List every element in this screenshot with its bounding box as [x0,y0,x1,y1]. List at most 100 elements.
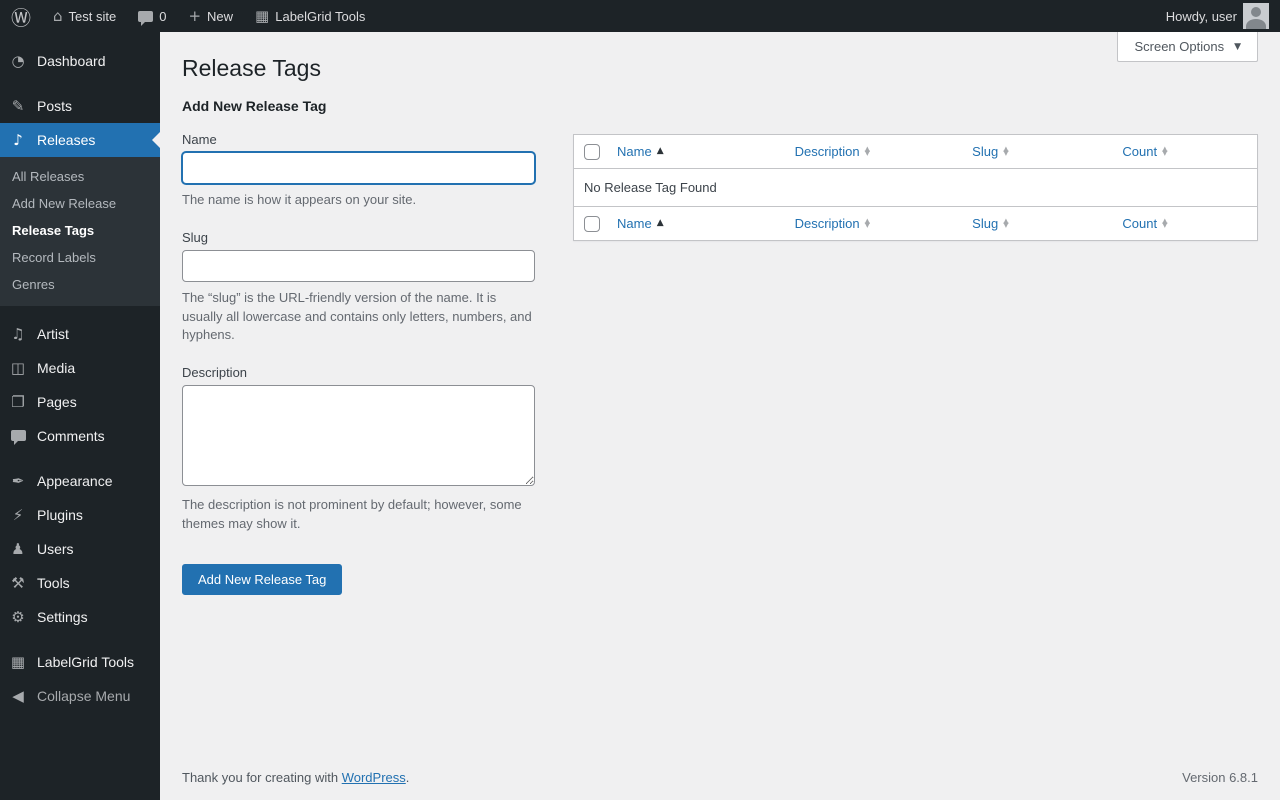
sort-both-icon: ▲▼ [1162,219,1167,229]
sidebar-item-label: Plugins [37,507,83,523]
sort-by-count[interactable]: Count ▲▼ [1122,216,1167,231]
grid-icon: ▦ [8,655,28,670]
menu-separator [0,306,160,317]
select-all-checkbox[interactable] [584,144,600,160]
submenu-item-release-tags[interactable]: Release Tags [0,217,160,244]
sidebar-item-appearance[interactable]: ✒ Appearance [0,464,160,498]
sort-by-description[interactable]: Description ▲▼ [795,216,870,231]
sort-both-icon: ▲▼ [1003,219,1008,229]
tools-icon: ⚒ [8,576,28,591]
footer-version: Version 6.8.1 [1182,770,1258,785]
new-label: New [207,9,233,24]
sidebar-item-settings[interactable]: ⚙ Settings [0,600,160,634]
footer-period: . [406,770,410,785]
menu-separator [0,453,160,464]
slug-label: Slug [182,230,535,245]
form-heading: Add New Release Tag [182,98,535,114]
sidebar-item-pages[interactable]: ❐ Pages [0,385,160,419]
sidebar-item-label: Media [37,360,75,376]
submenu-item-genres[interactable]: Genres [0,271,160,298]
add-new-release-tag-button[interactable]: Add New Release Tag [182,564,342,595]
submenu-item-add-new-release[interactable]: Add New Release [0,190,160,217]
sidebar-item-media[interactable]: ◫ Media [0,351,160,385]
comment-bubble-icon [138,11,153,22]
name-label: Name [182,132,535,147]
wordpress-link[interactable]: WordPress [342,770,406,785]
admin-bar-left: Ⓦ ⌂ Test site 0 + New ▦ LabelGrid Tools [0,0,376,32]
sort-both-icon: ▲▼ [865,219,870,229]
add-release-tag-form: Add New Release Tag Name The name is how… [182,98,535,595]
select-all-checkbox[interactable] [584,216,600,232]
new-content-menu[interactable]: + New [177,0,244,32]
sidebar-item-label: Users [37,541,74,557]
releases-icon: ♪ [8,133,28,148]
sort-by-name[interactable]: Name ▲ [617,144,664,159]
sidebar-item-label: Posts [37,98,72,114]
description-field[interactable] [182,385,535,486]
releases-submenu: All Releases Add New Release Release Tag… [0,157,160,306]
sidebar-item-label: Dashboard [37,53,106,69]
sidebar-item-label: Pages [37,394,77,410]
sidebar: ◔ Dashboard ✎ Posts ♪ Releases All Relea… [0,32,160,800]
sidebar-item-releases[interactable]: ♪ Releases [0,123,160,157]
no-items-message: No Release Tag Found [574,169,1257,206]
column-header-slug: Slug [972,216,998,231]
labelgrid-label: LabelGrid Tools [275,9,365,24]
main-content: Screen Options ▼ Release Tags Add New Re… [160,32,1280,800]
sidebar-item-artist[interactable]: ♫ Artist [0,317,160,351]
sidebar-item-label: Releases [37,132,95,148]
submenu-item-record-labels[interactable]: Record Labels [0,244,160,271]
sidebar-item-label: LabelGrid Tools [37,654,134,670]
pages-icon: ❐ [8,395,28,410]
screen-options-button[interactable]: Screen Options ▼ [1117,32,1258,62]
plus-icon: + [188,9,201,24]
collapse-menu-icon: ◀ [8,689,28,704]
column-header-description: Description [795,216,860,231]
comments-shortcut[interactable]: 0 [127,0,177,32]
table-header-row: Name ▲ Description ▲▼ [574,135,1257,169]
sidebar-item-plugins[interactable]: ⚡ Plugins [0,498,160,532]
sidebar-item-dashboard[interactable]: ◔ Dashboard [0,44,160,78]
table-footer-row: Name ▲ Description ▲▼ [574,206,1257,240]
site-name-menu[interactable]: ⌂ Test site [42,0,127,32]
slug-help-text: The “slug” is the URL-friendly version o… [182,289,535,346]
description-help-text: The description is not prominent by defa… [182,496,535,534]
sort-by-slug[interactable]: Slug ▲▼ [972,216,1008,231]
labelgrid-tools-menu[interactable]: ▦ LabelGrid Tools [244,0,376,32]
howdy-label: Howdy, user [1166,9,1237,24]
sort-by-description[interactable]: Description ▲▼ [795,144,870,159]
wp-logo-menu[interactable]: Ⓦ [0,0,42,32]
sidebar-item-labelgrid-tools[interactable]: ▦ LabelGrid Tools [0,645,160,679]
sidebar-item-label: Collapse Menu [37,688,130,704]
sidebar-item-posts[interactable]: ✎ Posts [0,89,160,123]
sort-by-name[interactable]: Name ▲ [617,216,664,231]
sort-ascending-icon: ▲ [657,147,664,156]
admin-bar-right: Howdy, user [1155,0,1280,32]
sort-by-slug[interactable]: Slug ▲▼ [972,144,1008,159]
sort-by-count[interactable]: Count ▲▼ [1122,144,1167,159]
sidebar-item-label: Artist [37,326,69,342]
release-tags-table: Name ▲ Description ▲▼ [573,134,1258,241]
sidebar-item-comments[interactable]: Comments [0,419,160,453]
empty-table-row: No Release Tag Found [574,169,1257,206]
plugins-icon: ⚡ [8,508,28,523]
column-header-count: Count [1122,216,1157,231]
description-label: Description [182,365,535,380]
name-field[interactable] [182,152,535,184]
comments-count: 0 [159,9,166,24]
column-header-name: Name [617,216,652,231]
appearance-icon: ✒ [8,474,28,489]
sort-both-icon: ▲▼ [1003,147,1008,157]
sidebar-item-collapse-menu[interactable]: ◀ Collapse Menu [0,679,160,713]
howdy-account-menu[interactable]: Howdy, user [1155,0,1280,32]
sidebar-item-tools[interactable]: ⚒ Tools [0,566,160,600]
submenu-item-all-releases[interactable]: All Releases [0,163,160,190]
menu-separator [0,634,160,645]
sidebar-item-users[interactable]: ♟ Users [0,532,160,566]
comments-icon [8,429,28,444]
artist-icon: ♫ [8,327,28,342]
admin-bar: Ⓦ ⌂ Test site 0 + New ▦ LabelGrid Tools … [0,0,1280,32]
admin-footer: Thank you for creating with WordPress. V… [182,756,1258,800]
site-name-label: Test site [69,9,117,24]
slug-field[interactable] [182,250,535,282]
